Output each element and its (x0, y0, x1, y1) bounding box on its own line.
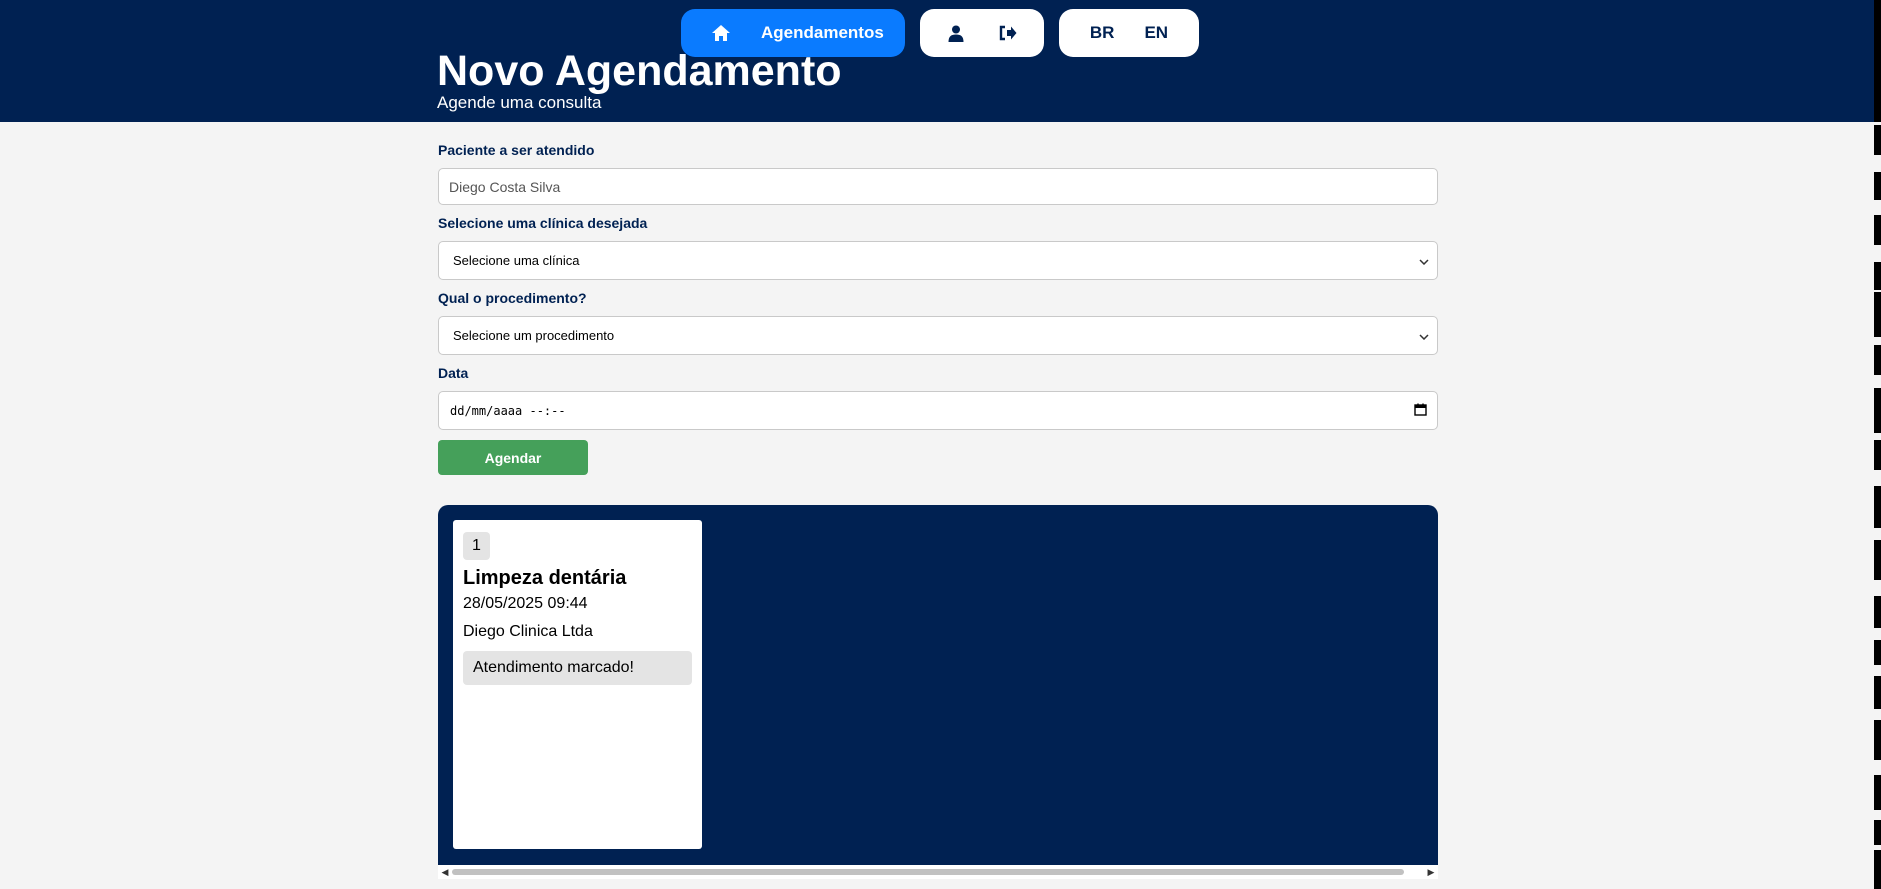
home-icon (709, 21, 733, 45)
date-label: Data (438, 365, 469, 381)
appointment-datetime: 28/05/2025 09:44 (463, 595, 588, 612)
date-input-placeholder: dd/mm/aaaa --:-- (450, 403, 566, 418)
nav-user-group (920, 9, 1044, 57)
procedure-label: Qual o procedimento? (438, 290, 587, 306)
chevron-down-icon (1419, 328, 1429, 343)
scroll-left-icon[interactable]: ◀ (438, 865, 452, 879)
lang-br-button[interactable]: BR (1090, 23, 1115, 43)
user-icon[interactable] (945, 22, 967, 44)
clinic-label: Selecione uma clínica desejada (438, 215, 648, 231)
calendar-icon[interactable] (1414, 403, 1427, 419)
clinic-select[interactable]: Selecione uma clínica (438, 241, 1438, 280)
procedure-select[interactable]: Selecione um procedimento (438, 316, 1438, 355)
header-bar: Agendamentos BR EN Novo Agendamento Agen… (0, 0, 1881, 122)
window-edge-decoration (1874, 0, 1881, 889)
appointment-procedure: Limpeza dentária (463, 567, 627, 589)
appointment-index: 1 (463, 532, 490, 560)
lang-en-button[interactable]: EN (1144, 23, 1168, 43)
procedure-select-value: Selecione um procedimento (453, 328, 615, 343)
appointment-clinic: Diego Clinica Ltda (463, 623, 593, 640)
page-title: Novo Agendamento (437, 47, 842, 95)
clinic-select-value: Selecione uma clínica (453, 253, 580, 268)
logout-icon[interactable] (997, 22, 1019, 44)
language-switcher: BR EN (1059, 9, 1199, 57)
appointment-status: Atendimento marcado! (463, 651, 692, 685)
scroll-thumb[interactable] (452, 869, 1404, 875)
page-subtitle: Agende uma consulta (437, 93, 602, 112)
chevron-down-icon (1419, 253, 1429, 268)
nav-appointments-label: Agendamentos (761, 23, 884, 42)
horizontal-scrollbar[interactable]: ◀ ▶ (438, 865, 1438, 879)
appointment-card: 1 Limpeza dentária 28/05/2025 09:44 Dieg… (453, 520, 702, 849)
scroll-right-icon[interactable]: ▶ (1424, 865, 1438, 879)
schedule-button[interactable]: Agendar (438, 440, 588, 475)
patient-input[interactable] (438, 168, 1438, 205)
date-input[interactable]: dd/mm/aaaa --:-- (438, 391, 1438, 430)
appointments-panel: 1 Limpeza dentária 28/05/2025 09:44 Dieg… (438, 505, 1438, 865)
patient-label: Paciente a ser atendido (438, 142, 595, 158)
